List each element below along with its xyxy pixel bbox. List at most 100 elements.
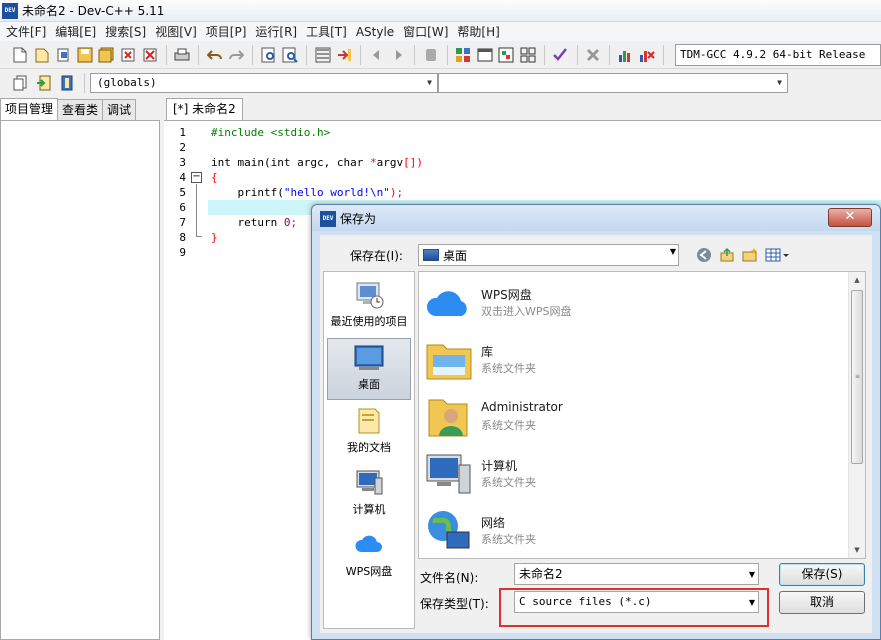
profile-icon[interactable] <box>637 44 658 66</box>
chevron-down-icon[interactable]: ▼ <box>772 74 787 92</box>
file-item[interactable]: 库 系统文件夹 <box>423 333 843 389</box>
code-token: ; <box>290 216 298 229</box>
place-documents[interactable]: 我的文档 <box>327 402 411 464</box>
back-icon[interactable] <box>366 44 387 66</box>
place-recent-label: 最近使用的项目 <box>330 315 408 328</box>
compile-run-icon[interactable] <box>496 44 517 66</box>
goto-line-icon[interactable] <box>334 44 355 66</box>
menu-tools[interactable]: 工具[T] <box>304 23 354 40</box>
back-icon[interactable] <box>695 246 713 264</box>
new-file-icon[interactable] <box>10 44 31 66</box>
view-menu-icon[interactable] <box>764 246 792 264</box>
menu-run[interactable]: 运行[R] <box>253 23 304 40</box>
print-icon[interactable] <box>172 44 193 66</box>
menu-astyle[interactable]: AStyle <box>354 25 401 39</box>
stop-icon[interactable] <box>582 44 603 66</box>
menu-view[interactable]: 视图[V] <box>153 23 204 40</box>
computer-icon <box>426 454 471 494</box>
file-item[interactable]: 计算机 系统文件夹 <box>423 447 843 503</box>
chevron-down-icon[interactable]: ▼ <box>749 565 755 585</box>
code-token: "hello world!\n" <box>283 186 390 199</box>
fold-collapse-icon[interactable]: − <box>191 172 202 183</box>
save-icon[interactable] <box>75 44 96 66</box>
code-token: return <box>211 216 284 229</box>
window-title: 未命名2 - Dev-C++ 5.11 <box>22 4 165 18</box>
menu-help[interactable]: 帮助[H] <box>455 23 506 40</box>
run-icon[interactable] <box>474 44 495 66</box>
file-list[interactable]: WPS网盘 双击进入WPS网盘 库 系统文件夹 Administrator 系统… <box>418 271 866 559</box>
editor-tab-unnamed2[interactable]: [*] 未命名2 <box>166 98 243 120</box>
file-item[interactable]: 网络 系统文件夹 <box>423 504 843 558</box>
rebuild-icon[interactable] <box>518 44 539 66</box>
find-icon[interactable] <box>258 44 279 66</box>
members-combo[interactable]: ▼ <box>438 73 788 93</box>
grip-icon: ≡ <box>855 373 861 380</box>
bookmark-icon[interactable] <box>420 44 441 66</box>
toggle-bookmark-icon[interactable] <box>33 72 55 94</box>
file-item[interactable]: WPS网盘 双击进入WPS网盘 <box>423 276 843 332</box>
save-all-icon[interactable] <box>96 44 117 66</box>
close-icon[interactable]: ✕ <box>828 208 872 227</box>
forward-icon[interactable] <box>388 44 409 66</box>
file-name: Administrator <box>481 400 563 414</box>
scope-combo[interactable]: (globals) ▼ <box>90 73 438 93</box>
tab-class-browser[interactable]: 查看类 <box>57 99 104 120</box>
close-file-icon[interactable] <box>118 44 139 66</box>
redo-icon[interactable] <box>226 44 247 66</box>
fold-guide <box>196 236 202 237</box>
compile-icon[interactable] <box>453 44 474 66</box>
place-recent[interactable]: 最近使用的项目 <box>327 276 411 338</box>
save-button[interactable]: 保存(S) <box>779 563 865 586</box>
file-item[interactable]: Administrator 系统文件夹 <box>423 390 843 446</box>
toolbar-separator <box>165 44 167 65</box>
code-token: int main(int argc, char <box>211 156 370 169</box>
save-as-dialog: DEV 保存为 ✕ 保存在(I): 桌面 ▼ 最近使用的项目 桌面 我的文档 计… <box>311 204 881 640</box>
scroll-up-icon[interactable]: ▲ <box>849 272 865 288</box>
place-computer-label: 计算机 <box>352 503 386 516</box>
line-number: 6 <box>179 201 186 214</box>
menu-edit[interactable]: 编辑[E] <box>53 23 103 40</box>
syntax-check-icon[interactable] <box>550 44 571 66</box>
wps-cloud-icon <box>355 535 382 552</box>
up-folder-icon[interactable] <box>718 246 736 264</box>
line-number: 5 <box>179 186 186 199</box>
new-project-icon[interactable] <box>32 44 53 66</box>
chevron-down-icon[interactable]: ▼ <box>670 247 676 256</box>
chart-icon[interactable] <box>615 44 636 66</box>
indent-icon[interactable] <box>312 44 333 66</box>
project-manager-panel[interactable] <box>0 120 160 640</box>
tab-project-manager[interactable]: 项目管理 <box>0 98 59 120</box>
code-line-3: int main(int argc, char *argv[]) <box>211 155 423 170</box>
file-list-scrollbar[interactable]: ▲ ≡ ▼ <box>848 272 865 558</box>
cancel-button[interactable]: 取消 <box>779 591 865 614</box>
desktop-icon <box>423 249 439 261</box>
devcpp-app-icon: DEV <box>2 2 18 19</box>
scope-value: (globals) <box>97 76 157 89</box>
goto-bookmark-icon[interactable] <box>56 72 78 94</box>
place-computer[interactable]: 计算机 <box>327 464 411 526</box>
scroll-down-icon[interactable]: ▼ <box>849 542 865 558</box>
insert-icon[interactable] <box>10 72 32 94</box>
dialog-titlebar[interactable]: DEV 保存为 ✕ <box>312 205 880 231</box>
filename-input[interactable]: 未命名2 ▼ <box>514 563 759 585</box>
file-name: 网络 <box>481 516 506 530</box>
new-folder-icon[interactable] <box>741 246 759 264</box>
compiler-select[interactable]: TDM-GCC 4.9.2 64-bit Release <box>674 43 881 66</box>
tab-debug[interactable]: 调试 <box>102 99 137 120</box>
open-file-icon[interactable] <box>53 44 74 66</box>
chevron-down-icon[interactable]: ▼ <box>422 74 437 92</box>
menu-search[interactable]: 搜索[S] <box>103 23 153 40</box>
replace-icon[interactable] <box>280 44 301 66</box>
code-line-8: } <box>211 231 218 244</box>
menu-project[interactable]: 项目[P] <box>204 23 254 40</box>
scroll-thumb[interactable]: ≡ <box>851 290 863 464</box>
fold-guide <box>196 184 197 236</box>
undo-icon[interactable] <box>204 44 225 66</box>
menu-window[interactable]: 窗口[W] <box>401 23 455 40</box>
save-in-combo[interactable]: 桌面 ▼ <box>418 244 679 266</box>
line-number: 3 <box>179 156 186 169</box>
place-wps-cloud[interactable]: WPS网盘 <box>327 526 411 588</box>
place-desktop[interactable]: 桌面 <box>327 338 411 400</box>
menu-file[interactable]: 文件[F] <box>4 23 53 40</box>
close-all-icon[interactable] <box>139 44 160 66</box>
